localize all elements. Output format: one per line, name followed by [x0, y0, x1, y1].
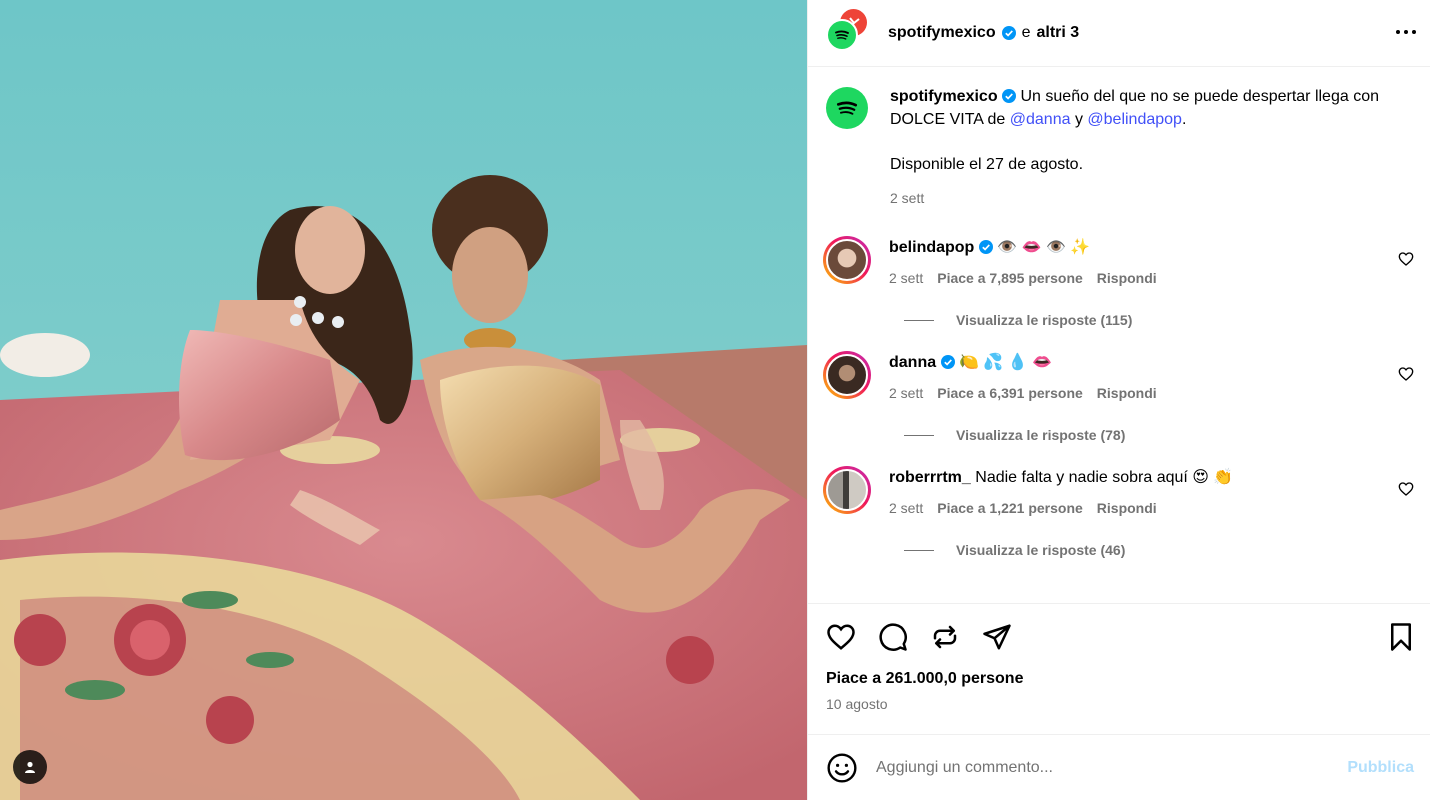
- post-actions: Piace a 261.000,0 persone 10 agosto: [808, 603, 1430, 734]
- verified-badge-icon: [1001, 26, 1016, 40]
- avatar-image: [826, 354, 868, 396]
- comment-body: roberrrtm_ Nadie falta y nadie sobra aqu…: [889, 466, 1233, 516]
- mention-danna[interactable]: @danna: [1010, 111, 1071, 128]
- comment-item: belindapop 👁️ 👄 👁️ ✨ 2 sett Piace a 7,89…: [823, 236, 1414, 286]
- publish-button[interactable]: Pubblica: [1347, 759, 1414, 777]
- comment-text: Nadie falta y nadie sobra aquí 😍 👏: [975, 469, 1234, 486]
- post-header: spotifymexico e altri 3: [808, 0, 1430, 67]
- caption-line-1: spotifymexico Un sueño del que no se pue…: [890, 85, 1390, 131]
- replies-divider: [904, 549, 934, 551]
- comment-reply-button[interactable]: Rispondi: [1097, 385, 1157, 401]
- bookmark-icon[interactable]: [1386, 622, 1416, 652]
- header-username[interactable]: spotifymexico: [888, 24, 996, 42]
- mention-belindapop[interactable]: @belindapop: [1087, 111, 1182, 128]
- comment-reply-button[interactable]: Rispondi: [1097, 500, 1157, 516]
- post-date[interactable]: 10 agosto: [826, 696, 1416, 712]
- view-replies-label: Visualizza le risposte (46): [956, 542, 1126, 558]
- view-replies-button[interactable]: Visualizza le risposte (46): [904, 542, 1414, 558]
- post-photo: [0, 0, 807, 800]
- comment-body: belindapop 👁️ 👄 👁️ ✨ 2 sett Piace a 7,89…: [889, 236, 1157, 286]
- comment-meta: 2 sett Piace a 7,895 persone Rispondi: [889, 270, 1157, 286]
- repost-icon[interactable]: [930, 622, 960, 652]
- comment-likes[interactable]: Piace a 7,895 persone: [937, 270, 1083, 286]
- view-replies-label: Visualizza le risposte (78): [956, 427, 1126, 443]
- share-send-icon[interactable]: [982, 622, 1012, 652]
- action-bar: [826, 622, 1416, 652]
- verified-badge-icon: [978, 240, 993, 254]
- comment-text: 🍋 💦 💧 👄: [959, 354, 1053, 371]
- caption-username[interactable]: spotifymexico: [890, 88, 998, 105]
- post-likes-count[interactable]: Piace a 261.000,0 persone: [826, 670, 1416, 688]
- view-replies-label: Visualizza le risposte (115): [956, 312, 1133, 328]
- comment-reply-button[interactable]: Rispondi: [1097, 270, 1157, 286]
- comment-meta: 2 sett Piace a 6,391 persone Rispondi: [889, 385, 1157, 401]
- comment-time[interactable]: 2 sett: [889, 385, 923, 401]
- comment-text-line: danna 🍋 💦 💧 👄: [889, 351, 1157, 374]
- comment-text-line: belindapop 👁️ 👄 👁️ ✨: [889, 236, 1157, 259]
- comment-likes[interactable]: Piace a 6,391 persone: [937, 385, 1083, 401]
- comment-time[interactable]: 2 sett: [889, 270, 923, 286]
- caption-meta: 2 sett: [890, 187, 1390, 210]
- comment-item: roberrrtm_ Nadie falta y nadie sobra aqu…: [823, 466, 1414, 516]
- header-others-link[interactable]: altri 3: [1037, 24, 1080, 42]
- avatar-image: [826, 239, 868, 281]
- caption-line-2: Disponible el 27 de agosto.: [890, 156, 1084, 173]
- comment-meta: 2 sett Piace a 1,221 persone Rispondi: [889, 500, 1233, 516]
- header-title: spotifymexico e altri 3: [888, 24, 1079, 42]
- comment-avatar[interactable]: [823, 351, 871, 399]
- caption-period: .: [1181, 111, 1187, 128]
- spotify-avatar-small: [826, 19, 858, 51]
- comment-input[interactable]: [876, 758, 1348, 777]
- comment-username[interactable]: roberrrtm_: [889, 469, 971, 486]
- emoji-picker-icon[interactable]: [826, 752, 858, 784]
- like-heart-icon[interactable]: [826, 622, 856, 652]
- caption-conj: y: [1074, 111, 1083, 128]
- post-side-panel: spotifymexico e altri 3 spotifymexico Un…: [807, 0, 1430, 800]
- tagged-users-button[interactable]: [13, 750, 47, 784]
- collab-avatars[interactable]: [826, 9, 874, 55]
- spotify-logo-icon: [835, 30, 849, 40]
- like-comment-heart-icon[interactable]: [1398, 481, 1414, 497]
- more-options-button[interactable]: [1394, 20, 1418, 44]
- comment-bubble-icon[interactable]: [878, 622, 908, 652]
- caption-body: spotifymexico Un sueño del que no se pue…: [890, 85, 1390, 210]
- comment-avatar[interactable]: [823, 466, 871, 514]
- comment-body: danna 🍋 💦 💧 👄 2 sett Piace a 6,391 perso…: [889, 351, 1157, 401]
- post-caption: spotifymexico Un sueño del que no se pue…: [826, 85, 1414, 210]
- user-icon: [25, 761, 35, 773]
- comment-likes[interactable]: Piace a 1,221 persone: [937, 500, 1083, 516]
- view-replies-button[interactable]: Visualizza le risposte (78): [904, 427, 1414, 443]
- header-and: e: [1021, 24, 1031, 41]
- avatar-image: [826, 469, 868, 511]
- like-comment-heart-icon[interactable]: [1398, 366, 1414, 382]
- comment-text: 👁️ 👄 👁️ ✨: [997, 239, 1091, 256]
- post-media[interactable]: [0, 0, 807, 800]
- verified-badge-icon: [1002, 89, 1017, 103]
- comments-section[interactable]: spotifymexico Un sueño del que no se pue…: [808, 67, 1430, 603]
- replies-divider: [904, 319, 934, 321]
- more-dots-icon: [1396, 30, 1416, 34]
- caption-time[interactable]: 2 sett: [890, 187, 924, 210]
- spotify-logo-icon: [836, 101, 858, 115]
- comment-username[interactable]: danna: [889, 354, 936, 371]
- comment-time[interactable]: 2 sett: [889, 500, 923, 516]
- view-replies-button[interactable]: Visualizza le risposte (115): [904, 312, 1414, 328]
- like-comment-heart-icon[interactable]: [1398, 251, 1414, 267]
- comment-avatar[interactable]: [823, 236, 871, 284]
- comment-username[interactable]: belindapop: [889, 239, 974, 256]
- comment-item: danna 🍋 💦 💧 👄 2 sett Piace a 6,391 perso…: [823, 351, 1414, 401]
- replies-divider: [904, 434, 934, 436]
- comment-text-line: roberrrtm_ Nadie falta y nadie sobra aqu…: [889, 466, 1233, 489]
- caption-avatar[interactable]: [826, 87, 868, 129]
- comment-composer: Pubblica: [808, 734, 1430, 800]
- verified-badge-icon: [940, 355, 955, 369]
- post-modal: spotifymexico e altri 3 spotifymexico Un…: [0, 0, 1430, 800]
